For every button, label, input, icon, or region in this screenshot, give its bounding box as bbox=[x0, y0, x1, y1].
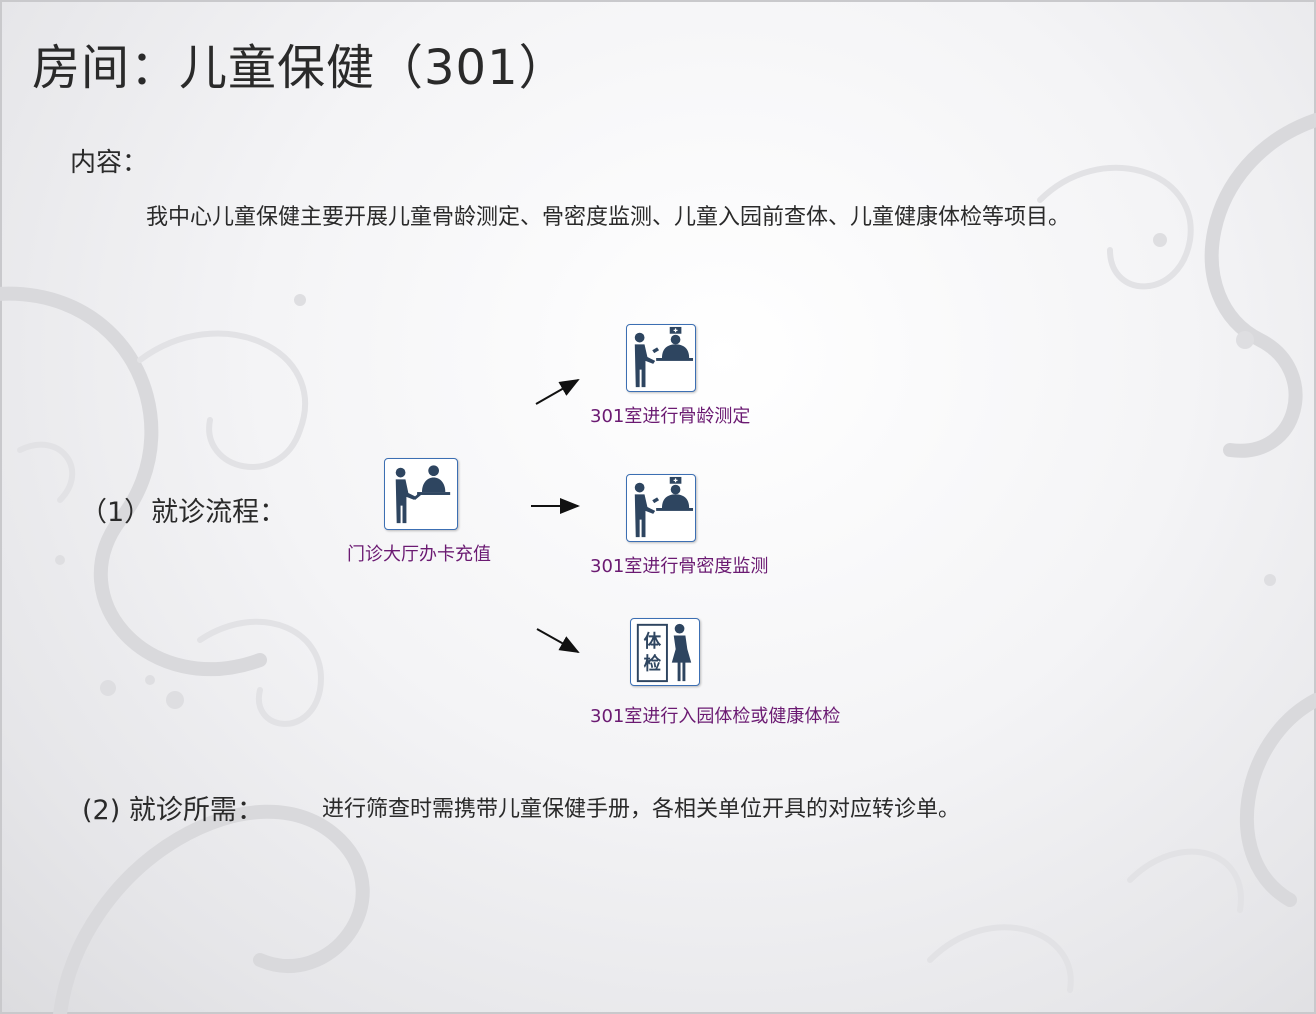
exam-sign-text-2: 检 bbox=[644, 653, 662, 674]
content-description: 我中心儿童保健主要开展儿童骨龄测定、骨密度监测、儿童入园前查体、儿童健康体检等项… bbox=[146, 205, 1071, 230]
registration-desk-icon bbox=[384, 458, 458, 530]
step-label-bone-density: 301室进行骨密度监测 bbox=[590, 556, 769, 577]
content-label: 内容： bbox=[70, 148, 149, 178]
needs-description: 进行筛查时需携带儿童保健手册，各相关单位开具的对应转诊单。 bbox=[322, 797, 961, 822]
page-title: 房间：儿童保健（301） bbox=[32, 40, 568, 96]
doctor-consultation-icon bbox=[626, 324, 696, 392]
step-label-bone-age: 301室进行骨龄测定 bbox=[590, 406, 751, 427]
exam-sign-text: 体 bbox=[644, 631, 662, 652]
doctor-consultation-icon bbox=[626, 474, 696, 542]
step-label-registration: 门诊大厅办卡充值 bbox=[347, 544, 491, 565]
physical-exam-icon: 体 检 bbox=[630, 618, 700, 686]
flow-section-label: （1）就诊流程： bbox=[80, 497, 287, 528]
step-label-physical-exam: 301室进行入园体检或健康体检 bbox=[590, 706, 841, 727]
needs-section-label: (2) 就诊所需： bbox=[82, 795, 264, 826]
